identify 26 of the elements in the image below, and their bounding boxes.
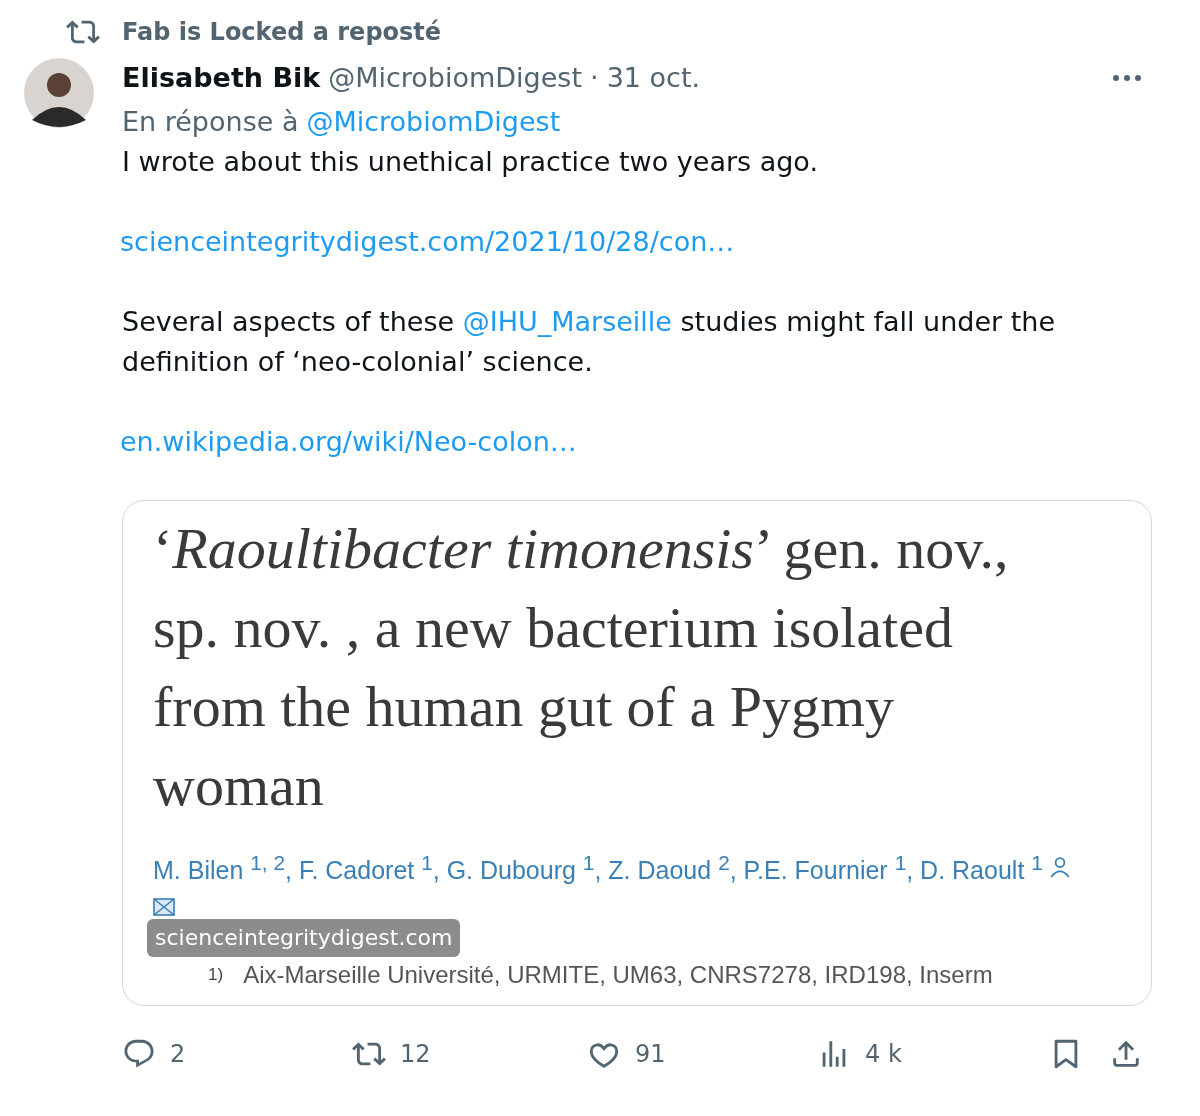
views-button[interactable]: 4 k — [817, 1034, 1049, 1074]
more-icon[interactable] — [1112, 74, 1142, 82]
article-authors: M. Bilen $^{1, 2}$, F. Cadoret $^{1}$, G. Dubourg $^{1}$, Z. Daoud $^{2}$, P.E. Fournier $^{1}$, D. Raoult $^{1}$ — [153, 850, 1043, 887]
separator-dot: · — [590, 61, 599, 95]
post-text: Several aspects of these @IHU_Marseille studies might fall under the definition of ‘neo-colonial’ science. — [122, 305, 1057, 379]
action-count: 12 — [400, 1039, 431, 1070]
mail-icon — [153, 898, 175, 917]
action-count: 91 — [635, 1039, 666, 1070]
affiliation-text: Aix-Marseille Université, URMITE, UM63, CNRS7278, IRD198, Inserm — [243, 960, 993, 991]
article-title: ‘Raoultibacter timonensis’ gen. nov., sp. nov. , a new bacterium isolated from the human gut of a Pygmy woman — [153, 515, 1010, 820]
avatar[interactable] — [24, 58, 94, 128]
reply-button[interactable]: 2 — [122, 1034, 352, 1074]
reply-prefix: En réponse à — [122, 105, 299, 139]
repost-button[interactable]: 12 — [352, 1034, 587, 1074]
author-name[interactable]: Elisabeth Bik — [122, 58, 321, 98]
card-domain-label: scienceintegritydigest.com — [147, 919, 461, 957]
post-date[interactable]: 31 oct. — [606, 58, 701, 98]
post-text: I wrote about this unethical practice two years ago. — [122, 145, 819, 179]
link-card[interactable] — [122, 500, 1152, 1006]
person-icon — [1048, 855, 1071, 878]
affiliation-mark: 1) — [208, 964, 224, 987]
action-count: 2 — [170, 1039, 186, 1070]
action-count: 4 k — [865, 1039, 902, 1070]
author-handle[interactable]: @MicrobiomDigest — [328, 58, 583, 98]
like-button[interactable]: 91 — [587, 1034, 817, 1074]
repost-banner[interactable]: Fab is Locked a reposté — [122, 18, 442, 46]
